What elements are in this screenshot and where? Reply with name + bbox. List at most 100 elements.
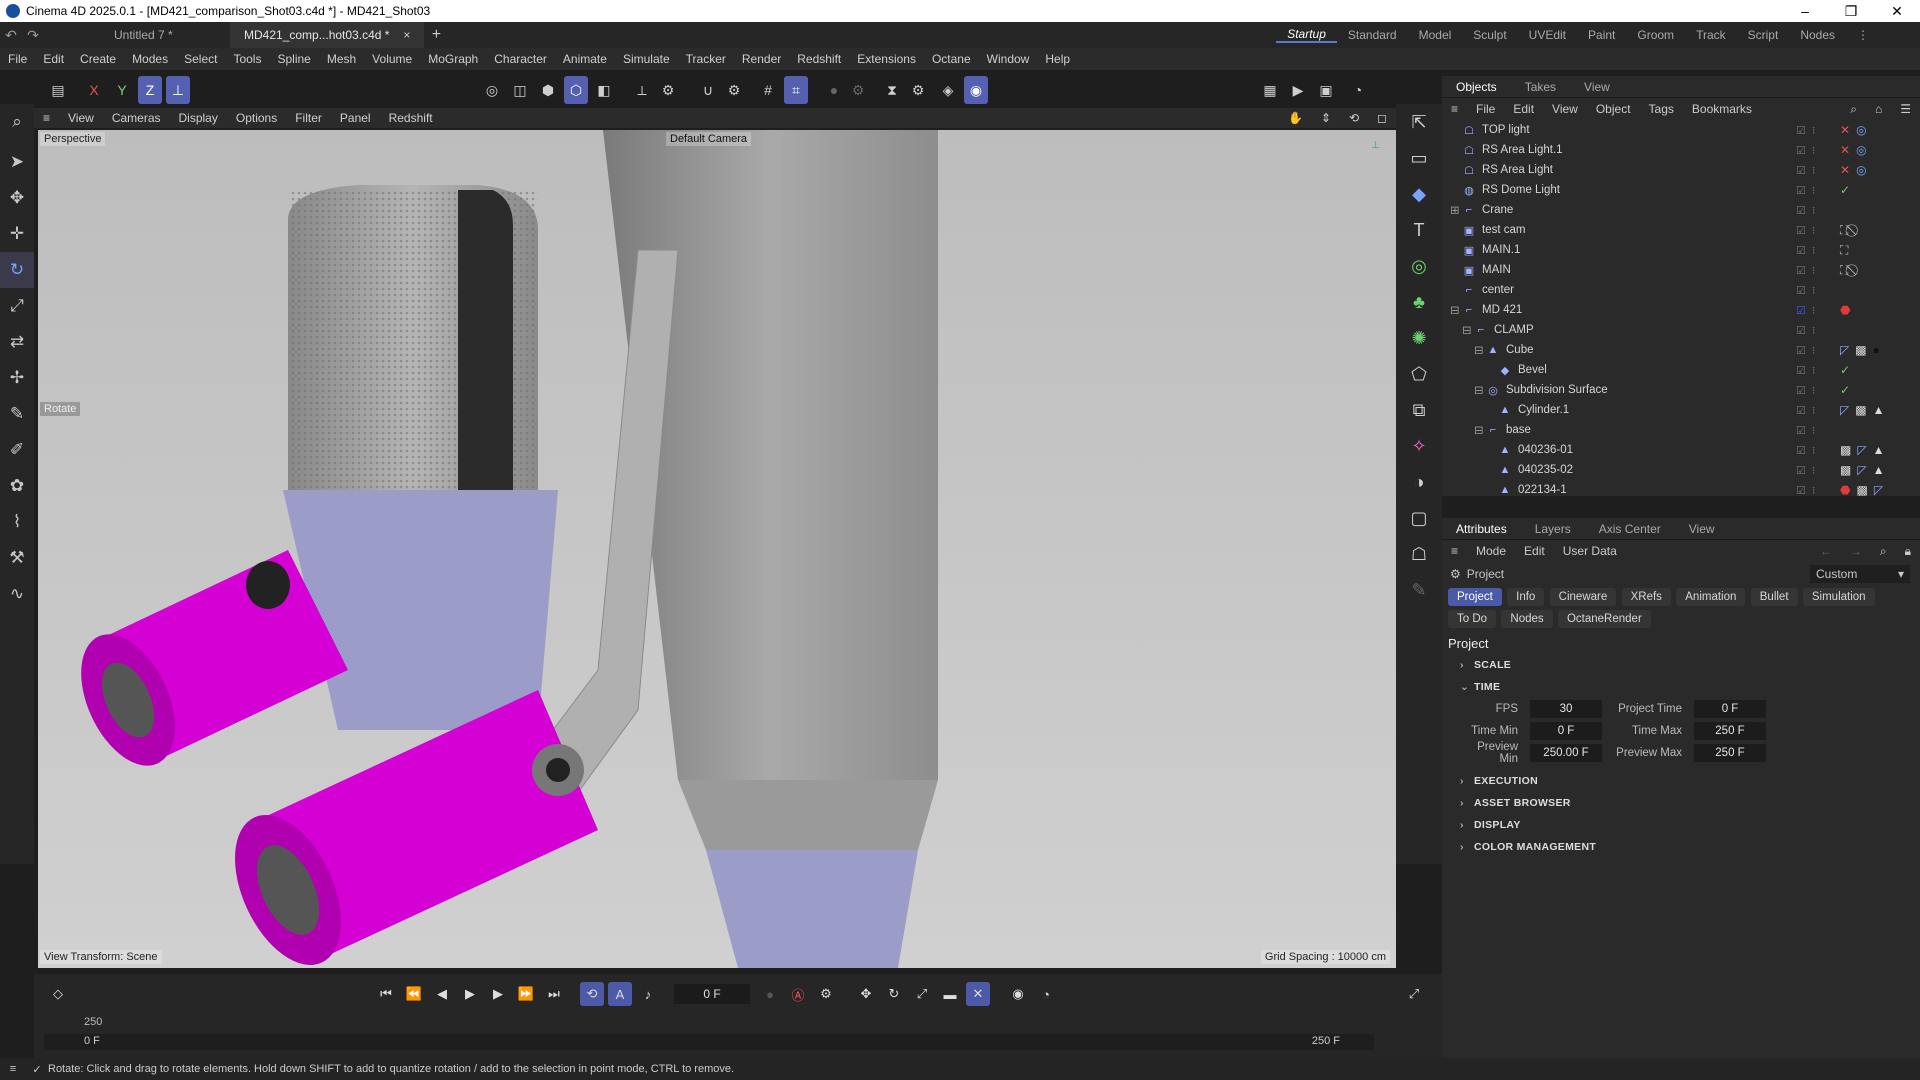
vp-menu-cameras[interactable]: Cameras bbox=[103, 111, 170, 125]
visibility-dot-icon[interactable]: ⁝ bbox=[1812, 224, 1816, 237]
key-scale-icon[interactable]: ⤢ bbox=[910, 982, 934, 1006]
layer-checkbox-icon[interactable]: ☑ bbox=[1796, 384, 1806, 397]
visibility-flags[interactable]: ☑ ⁝ bbox=[1796, 300, 1815, 320]
doc-tab-md421[interactable]: MD421_comp...hot03.c4d * × bbox=[230, 22, 425, 48]
spline-icon[interactable]: ✧ bbox=[1396, 428, 1442, 464]
attr-btn-animation[interactable]: Animation bbox=[1676, 588, 1746, 606]
section-asset-browser[interactable]: › ASSET BROWSER bbox=[1442, 792, 1920, 814]
tab-layers[interactable]: Layers bbox=[1521, 522, 1585, 536]
visibility-dot-icon[interactable]: ⁝ bbox=[1812, 244, 1816, 257]
visibility-flags[interactable]: ☑ ⁝ bbox=[1796, 420, 1815, 440]
visibility-flags[interactable]: ☑ ⁝ bbox=[1796, 320, 1815, 340]
attr-btn-project[interactable]: Project bbox=[1448, 588, 1502, 606]
menu-mesh[interactable]: Mesh bbox=[319, 52, 364, 66]
object-row[interactable]: ⊟ ⌐ base ☑ ⁝ bbox=[1442, 420, 1920, 440]
object-row[interactable]: ⊞ ⌐ Crane ☑ ⁝ bbox=[1442, 200, 1920, 220]
visibility-flags[interactable]: ☑ ⁝ bbox=[1796, 400, 1815, 420]
target-tag-icon[interactable]: ◎ bbox=[1856, 123, 1866, 137]
forward-icon[interactable]: → bbox=[1841, 544, 1871, 558]
hamburger-icon[interactable]: ≡ bbox=[1442, 544, 1467, 558]
menu-help[interactable]: Help bbox=[1037, 52, 1078, 66]
play-icon[interactable]: ▶ bbox=[458, 982, 482, 1006]
axis-mode-icon[interactable]: ⟂ bbox=[630, 76, 654, 104]
visibility-dot-icon[interactable]: ⁝ bbox=[1812, 324, 1816, 337]
go-start-icon[interactable]: ⏮ bbox=[374, 982, 398, 1006]
hamburger-icon[interactable]: ≡ bbox=[34, 111, 59, 125]
menu-modes[interactable]: Modes bbox=[124, 52, 176, 66]
select-tool-icon[interactable]: ➤ bbox=[0, 144, 34, 180]
visibility-dot-icon[interactable]: ⁝ bbox=[1812, 404, 1816, 417]
vp-menu-options[interactable]: Options bbox=[227, 111, 286, 125]
environment-icon[interactable]: ◑ bbox=[1396, 464, 1442, 500]
section-execution[interactable]: › EXECUTION bbox=[1442, 770, 1920, 792]
prev-key-icon[interactable]: ⏪ bbox=[402, 982, 426, 1006]
render-settings-icon[interactable]: ▣ bbox=[1314, 76, 1338, 104]
section-scale[interactable]: › SCALE bbox=[1442, 654, 1920, 676]
visibility-dot-icon[interactable]: ⁝ bbox=[1812, 444, 1816, 457]
object-row[interactable]: ☖ RS Area Light.1 ☑ ⁝ ✕ ◎ bbox=[1442, 140, 1920, 160]
paint-tool-icon[interactable]: ✿ bbox=[0, 468, 34, 504]
mograph-icon[interactable]: ♣ bbox=[1396, 284, 1442, 320]
menu-tools[interactable]: Tools bbox=[225, 52, 269, 66]
prev-frame-icon[interactable]: ◀ bbox=[430, 982, 454, 1006]
obj-menu-object[interactable]: Object bbox=[1587, 102, 1640, 116]
object-row[interactable]: ◆ Bevel ☑ ⁝ ✓ bbox=[1442, 360, 1920, 380]
solo-icon[interactable]: ◉ bbox=[964, 76, 988, 104]
plane-icon[interactable]: ▭ bbox=[1396, 140, 1442, 176]
layout-model[interactable]: Model bbox=[1408, 28, 1463, 42]
workplane-icon[interactable]: ▤ bbox=[46, 76, 70, 104]
visibility-flags[interactable]: ☑ ⁝ bbox=[1796, 160, 1815, 180]
redo-icon[interactable]: ↷ bbox=[22, 27, 44, 44]
preview-max-field[interactable]: 250 F bbox=[1694, 744, 1766, 762]
section-color-management[interactable]: › COLOR MANAGEMENT bbox=[1442, 836, 1920, 858]
object-row[interactable]: ◍ RS Dome Light ☑ ⁝ ✓ bbox=[1442, 180, 1920, 200]
layer-checkbox-icon[interactable]: ☑ bbox=[1796, 144, 1806, 157]
object-row[interactable]: ▲ 022134-1 ☑ ⁝ ⬣ ▩ ◸ bbox=[1442, 480, 1920, 500]
phong-tag-icon[interactable]: ▲ bbox=[1873, 443, 1885, 457]
workplane-grid-icon[interactable]: ⌗ bbox=[784, 76, 808, 104]
fps-field[interactable]: 30 bbox=[1530, 700, 1602, 718]
attr-btn-bullet[interactable]: Bullet bbox=[1750, 588, 1798, 606]
uv-tag-icon[interactable]: ◸ bbox=[1857, 443, 1866, 457]
keyframe-icon[interactable]: ◇ bbox=[46, 982, 70, 1006]
visibility-flags[interactable]: ☑ ⁝ bbox=[1796, 240, 1815, 260]
search-icon[interactable]: ⌕ bbox=[0, 104, 34, 140]
object-row[interactable]: ▲ 040236-01 ☑ ⁝ ▩ ◸ ▲ bbox=[1442, 440, 1920, 460]
expander-icon[interactable]: ⊟ bbox=[1474, 383, 1486, 397]
check-tag-icon[interactable]: ✓ bbox=[1840, 363, 1850, 377]
layer-checkbox-icon[interactable]: ☑ bbox=[1796, 264, 1806, 277]
text-icon[interactable]: T bbox=[1396, 212, 1442, 248]
generator-icon[interactable]: ◎ bbox=[1396, 248, 1442, 284]
more-icon[interactable]: ⋮ bbox=[1846, 28, 1880, 42]
motion-icon[interactable]: ◉ bbox=[1006, 982, 1030, 1006]
menu-select[interactable]: Select bbox=[176, 52, 225, 66]
visibility-flags[interactable]: ☑ ⁝ bbox=[1796, 380, 1815, 400]
layer-checkbox-icon[interactable]: ☑ bbox=[1796, 484, 1806, 497]
layer-checkbox-icon[interactable]: ☑ bbox=[1796, 464, 1806, 477]
check-tag-icon[interactable]: ✓ bbox=[1840, 383, 1850, 397]
layout-nodes[interactable]: Nodes bbox=[1789, 28, 1846, 42]
visibility-flags[interactable]: ☑ ⁝ bbox=[1796, 340, 1815, 360]
visibility-flags[interactable]: ☑ ⁝ bbox=[1796, 480, 1815, 500]
cube-icon[interactable]: ◆ bbox=[1396, 176, 1442, 212]
visibility-dot-icon[interactable]: ⁝ bbox=[1812, 464, 1816, 477]
expand-timeline-icon[interactable]: ⤢ bbox=[1402, 982, 1426, 1006]
layout-standard[interactable]: Standard bbox=[1337, 28, 1408, 42]
go-end-icon[interactable]: ⏭ bbox=[542, 982, 566, 1006]
visibility-flags[interactable]: ☑ ⁝ bbox=[1796, 180, 1815, 200]
doc-tab-untitled[interactable]: Untitled 7 * bbox=[100, 22, 230, 48]
layout-groom[interactable]: Groom bbox=[1626, 28, 1685, 42]
grid-icon[interactable]: # bbox=[756, 76, 780, 104]
brush-tool-icon[interactable]: ⌇ bbox=[0, 504, 34, 540]
3d-viewport[interactable]: Perspective Default Camera Rotate View T… bbox=[38, 130, 1396, 968]
sound-icon[interactable]: ♪ bbox=[636, 982, 660, 1006]
search-icon[interactable]: ⌕ bbox=[1871, 544, 1896, 559]
layer-checkbox-icon[interactable]: ☑ bbox=[1796, 244, 1806, 257]
cloner-icon[interactable]: ⇱ bbox=[1396, 104, 1442, 140]
vp-menu-view[interactable]: View bbox=[59, 111, 103, 125]
visibility-flags[interactable]: ☑ ⁝ bbox=[1796, 200, 1815, 220]
attr-btn-simulation[interactable]: Simulation bbox=[1802, 588, 1875, 606]
menu-window[interactable]: Window bbox=[979, 52, 1038, 66]
record-settings-icon[interactable]: ⚙ bbox=[846, 76, 870, 104]
cam-tag-icon[interactable]: ⛶ bbox=[1840, 243, 1848, 258]
